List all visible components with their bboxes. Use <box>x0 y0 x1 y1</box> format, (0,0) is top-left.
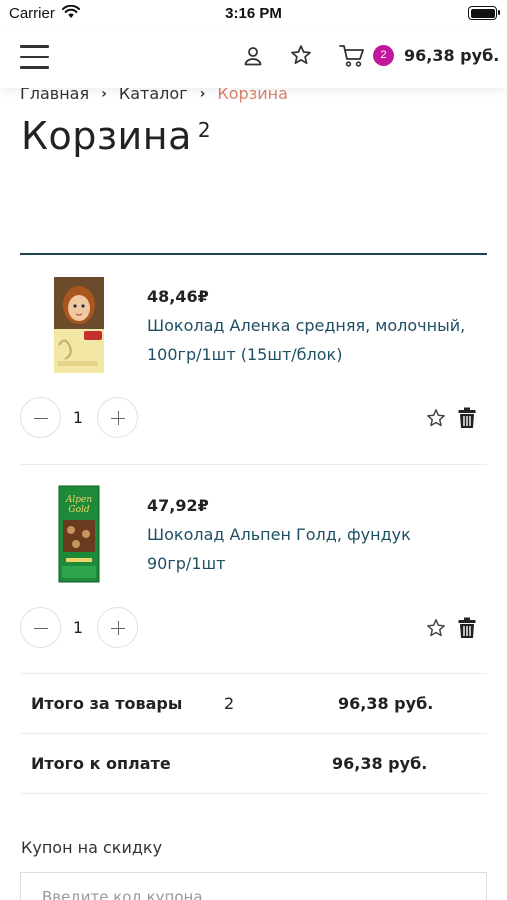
increase-qty-button[interactable] <box>97 607 138 648</box>
item-name-link[interactable]: Шоколад Аленка средняя, молочный, 100гр/… <box>147 311 477 369</box>
totals-goods-sum: 96,38 руб. <box>338 694 434 713</box>
page-title-text: Корзина <box>21 114 192 158</box>
menu-icon[interactable] <box>20 45 49 69</box>
trash-icon[interactable] <box>458 617 476 643</box>
totals-goods-label: Итого за товары <box>31 694 183 713</box>
cart-items-count: 2 <box>197 118 212 142</box>
trash-icon[interactable] <box>458 407 476 433</box>
item-name-link[interactable]: Шоколад Альпен Голд, фундук 90гр/1шт <box>147 520 417 578</box>
alpen-gold-chocolate-image[interactable]: Alpen Gold <box>42 484 128 588</box>
quantity-value[interactable]: 1 <box>68 618 88 637</box>
svg-text:Alpen: Alpen <box>65 495 92 505</box>
coupon-label: Купон на скидку <box>21 838 163 857</box>
user-icon[interactable] <box>242 45 264 71</box>
favorites-icon[interactable] <box>290 44 312 70</box>
page-title: Корзина 2 <box>21 114 211 158</box>
app-header: 2 96,38 руб. <box>0 28 507 88</box>
svg-text:Gold: Gold <box>68 505 89 515</box>
cart-icon[interactable] <box>339 44 365 72</box>
totals-pay-row: Итого к оплате 96,38 руб. <box>20 734 487 794</box>
cart-item: Alpen Gold 47,92₽ Шоколад Альпен Голд, ф… <box>20 465 487 674</box>
item-price: 48,46₽ <box>147 287 209 306</box>
decrease-qty-button[interactable] <box>20 607 61 648</box>
totals-pay-sum: 96,38 руб. <box>332 754 428 773</box>
alenka-chocolate-image[interactable] <box>42 275 128 379</box>
increase-qty-button[interactable] <box>97 397 138 438</box>
status-bar: Carrier 3:16 PM <box>0 0 507 28</box>
star-icon[interactable] <box>426 618 446 642</box>
status-time: 3:16 PM <box>225 5 282 22</box>
decrease-qty-button[interactable] <box>20 397 61 438</box>
cart-item: 48,46₽ Шоколад Аленка средняя, молочный,… <box>20 255 487 465</box>
item-price: 47,92₽ <box>147 496 209 515</box>
battery-icon <box>468 6 500 20</box>
totals-goods-row: Итого за товары 2 96,38 руб. <box>20 674 487 734</box>
star-icon[interactable] <box>426 408 446 432</box>
quantity-value[interactable]: 1 <box>68 408 88 427</box>
totals-goods-count: 2 <box>224 694 235 713</box>
coupon-input[interactable] <box>20 872 487 900</box>
cart-count-badge[interactable]: 2 <box>373 45 394 66</box>
cart-total[interactable]: 96,38 руб. <box>404 46 499 65</box>
totals-pay-label: Итого к оплате <box>31 754 171 773</box>
